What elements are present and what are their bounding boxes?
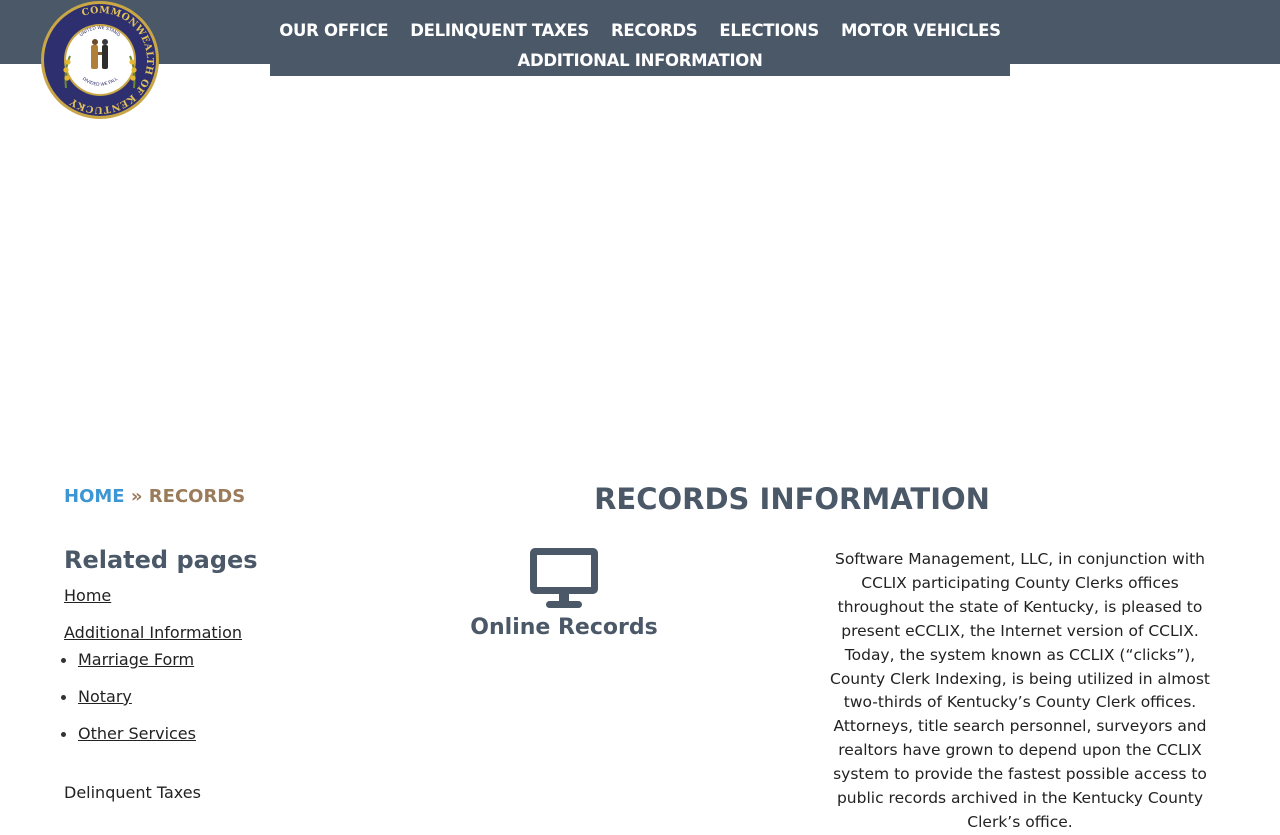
- records-description: Software Management, LLC, in conjunction…: [830, 550, 1210, 831]
- sidebar-link-other-services[interactable]: Other Services: [78, 724, 196, 743]
- nav-motor-vehicles[interactable]: MOTOR VEHICLES: [841, 21, 1001, 40]
- kentucky-seal-icon[interactable]: COMMONWEALTH OF KENTUCKY UNITED WE STAND…: [40, 0, 160, 120]
- sidebar-link-marriage-form[interactable]: Marriage Form: [78, 650, 194, 669]
- monitor-graphic: [530, 548, 598, 608]
- online-records-link[interactable]: Online Records: [444, 615, 684, 640]
- page-title: RECORDS INFORMATION: [594, 482, 990, 516]
- main-nav: OUR OFFICE DELINQUENT TAXES RECORDS ELEC…: [270, 0, 1010, 76]
- nav-records[interactable]: RECORDS: [611, 21, 698, 40]
- bullet-marriage-form: [61, 658, 66, 663]
- nav-elections[interactable]: ELECTIONS: [719, 21, 819, 40]
- sidebar-link-delinquent-taxes[interactable]: Delinquent Taxes: [64, 783, 201, 802]
- bullet-other-services: [61, 732, 66, 737]
- sidebar-link-notary[interactable]: Notary: [78, 687, 132, 706]
- monitor-icon[interactable]: [529, 547, 599, 609]
- nav-delinquent-taxes[interactable]: DELINQUENT TAXES: [410, 21, 589, 40]
- nav-our-office[interactable]: OUR OFFICE: [279, 21, 388, 40]
- bullet-notary: [61, 695, 66, 700]
- nav-row-2: ADDITIONAL INFORMATION: [270, 51, 1010, 70]
- related-pages-title: Related pages: [64, 546, 258, 574]
- sidebar-link-additional-information[interactable]: Additional Information: [64, 623, 242, 642]
- nav-row-1: OUR OFFICE DELINQUENT TAXES RECORDS ELEC…: [270, 21, 1010, 40]
- seal-graphic: COMMONWEALTH OF KENTUCKY UNITED WE STAND…: [41, 1, 159, 119]
- sidebar-link-home[interactable]: Home: [64, 586, 111, 605]
- nav-additional-information[interactable]: ADDITIONAL INFORMATION: [517, 51, 762, 70]
